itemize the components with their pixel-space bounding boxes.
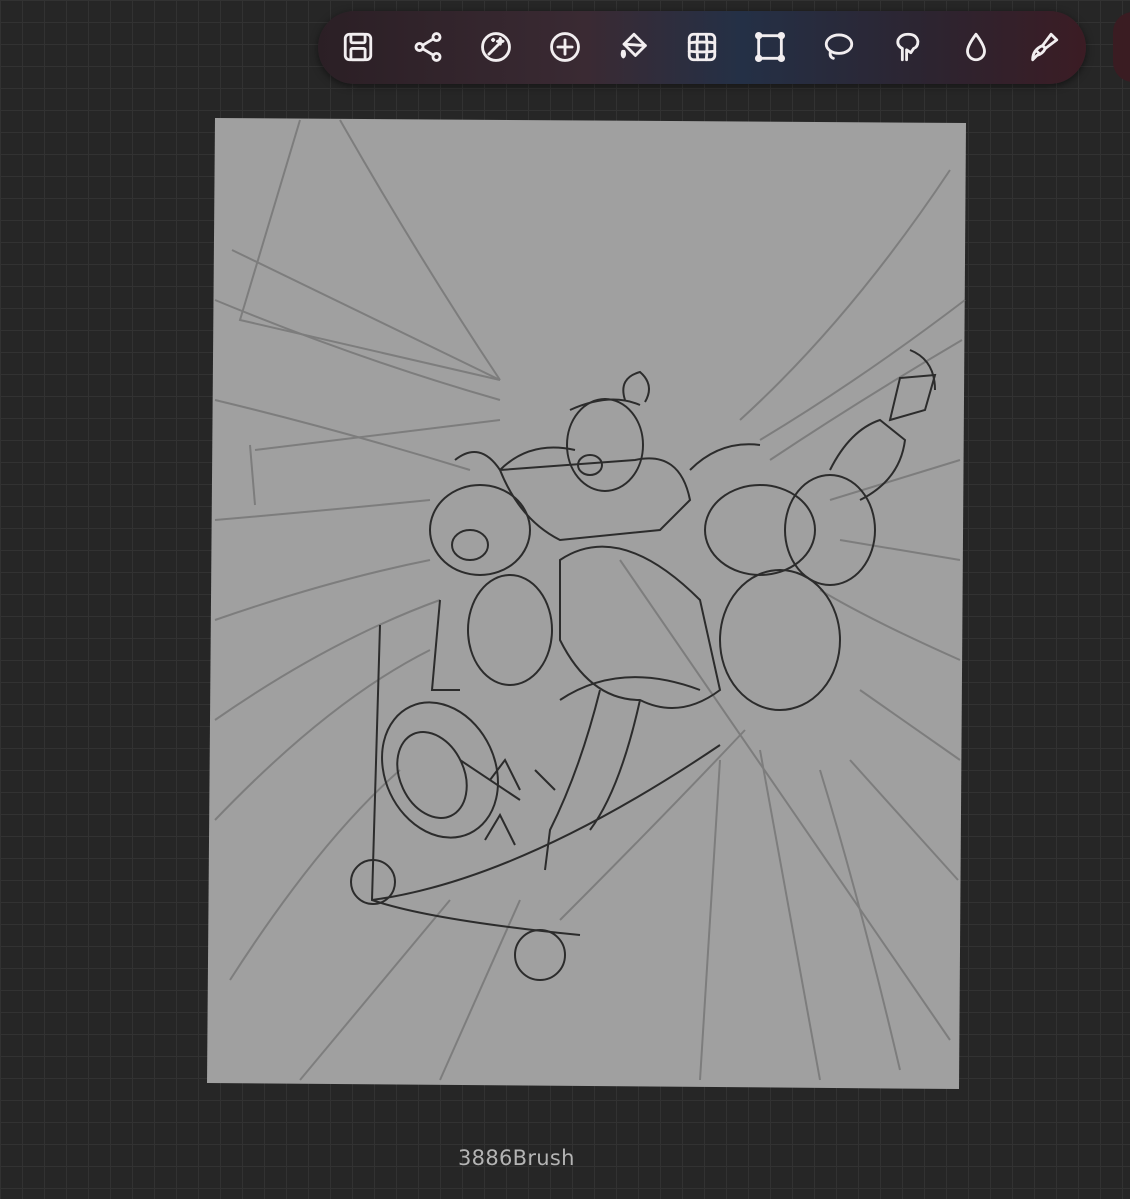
share-button[interactable] (408, 27, 448, 67)
paint-bucket-button[interactable] (614, 27, 654, 67)
smudge-icon (896, 32, 920, 62)
toolbar-overflow-button[interactable] (1113, 12, 1130, 82)
magic-wand-button[interactable] (476, 27, 516, 67)
smudge-button[interactable] (888, 27, 928, 67)
brush-name-label: 3886Brush (458, 1146, 575, 1170)
blur-button[interactable] (956, 27, 996, 67)
grid-warp-icon (687, 32, 717, 62)
paint-bucket-icon (620, 32, 647, 59)
magic-wand-icon (481, 32, 511, 62)
grid-warp-button[interactable] (682, 27, 722, 67)
brush-icon (1031, 32, 1059, 62)
lasso-button[interactable] (819, 27, 859, 67)
add-button[interactable] (545, 27, 585, 67)
artboard[interactable] (207, 118, 966, 1089)
lasso-icon (824, 33, 854, 60)
blur-drop-icon (966, 32, 986, 62)
save-button[interactable] (338, 27, 378, 67)
add-icon (550, 32, 580, 62)
drawing-canvas[interactable] (0, 0, 1130, 1199)
brush-button[interactable] (1024, 27, 1064, 67)
top-toolbar (318, 11, 1086, 84)
transform-icon (754, 31, 786, 63)
transform-button[interactable] (750, 27, 790, 67)
canvas-svg[interactable] (0, 0, 1130, 1199)
share-icon (414, 32, 442, 62)
save-icon (343, 32, 373, 62)
